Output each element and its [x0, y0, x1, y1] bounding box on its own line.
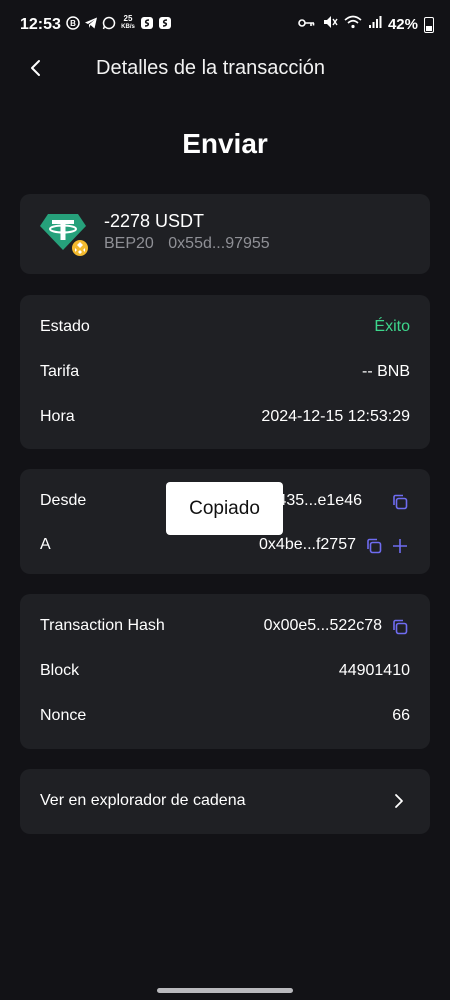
speed-unit: KB/s	[121, 24, 135, 30]
status-bar: 12:53 B 25 KB/s 42%	[0, 0, 450, 52]
token-contract: 0x55d...97955	[168, 235, 270, 252]
app-s-icon	[140, 16, 154, 30]
key-icon	[298, 16, 316, 34]
copy-icon	[393, 619, 408, 635]
nonce-value: 66	[392, 707, 410, 724]
status-row: Estado Éxito	[40, 318, 410, 342]
whatsapp-icon	[102, 16, 116, 30]
top-app-bar: Detalles de la transacción	[0, 52, 450, 86]
plus-icon	[393, 539, 407, 553]
telegram-icon	[84, 16, 98, 30]
signal-icon	[368, 15, 382, 34]
tether-icon	[40, 212, 90, 258]
copy-from-button[interactable]	[390, 492, 410, 512]
token-network: BEP20	[104, 235, 154, 252]
status-label: Estado	[40, 318, 90, 335]
fee-label: Tarifa	[40, 363, 80, 380]
copy-hash-button[interactable]	[390, 617, 410, 637]
view-explorer-button[interactable]: Ver en explorador de cadena	[20, 769, 430, 834]
status-value: Éxito	[374, 318, 410, 335]
add-contact-button[interactable]	[390, 536, 410, 556]
mute-icon	[322, 14, 338, 35]
to-row: A 0x4be...f2757	[40, 536, 410, 560]
fee-value: -- BNB	[362, 363, 410, 380]
copy-icon	[393, 494, 408, 510]
back-button[interactable]	[24, 56, 48, 80]
hash-row: Transaction Hash 0x00e5...522c78	[40, 617, 410, 641]
chevron-left-icon	[31, 60, 40, 76]
status-time: 12:53	[20, 16, 61, 33]
explorer-label: Ver en explorador de cadena	[40, 792, 246, 809]
home-indicator[interactable]	[157, 988, 293, 993]
chevron-right-icon	[392, 791, 406, 811]
to-label: A	[40, 536, 51, 553]
token-amount: -2278 USDT	[104, 211, 205, 231]
time-label: Hora	[40, 408, 75, 425]
notification-icons: B 25 KB/s	[66, 14, 172, 31]
token-network-info: BEP20 0x55d...97955	[104, 235, 280, 253]
nonce-label: Nonce	[40, 707, 87, 724]
page-header-title: Detalles de la transacción	[96, 57, 326, 79]
to-address: 0x4be...f2757	[259, 536, 356, 553]
system-icons: 42%	[298, 14, 434, 35]
battery-icon	[424, 16, 434, 33]
chain-info-card: Transaction Hash 0x00e5...522c78 Block 4…	[20, 594, 430, 749]
hash-value: 0x00e5...522c78	[263, 617, 382, 634]
copy-to-button[interactable]	[364, 536, 384, 556]
block-row: Block 44901410	[40, 662, 410, 686]
b-app-icon: B	[66, 16, 80, 30]
block-value: 44901410	[338, 662, 410, 679]
app-s-icon-2	[158, 16, 172, 30]
network-speed-indicator: 25 KB/s	[120, 14, 136, 31]
wifi-icon	[344, 14, 362, 35]
copied-toast: Copiado	[166, 482, 283, 535]
time-row: Hora 2024-12-15 12:53:29	[40, 408, 410, 432]
hash-label: Transaction Hash	[40, 617, 165, 634]
block-label: Block	[40, 662, 80, 679]
speed-value: 25	[123, 14, 133, 23]
from-label: Desde	[40, 492, 87, 509]
svg-text:B: B	[70, 19, 76, 28]
status-card: Estado Éxito Tarifa -- BNB Hora 2024-12-…	[20, 295, 430, 449]
copy-icon	[367, 538, 382, 554]
battery-percentage: 42%	[387, 16, 418, 33]
fee-row: Tarifa -- BNB	[40, 363, 410, 387]
transaction-type-title: Enviar	[182, 128, 268, 159]
time-value: 2024-12-15 12:53:29	[261, 408, 410, 425]
nonce-row: Nonce 66	[40, 707, 410, 731]
token-card: -2278 USDT BEP20 0x55d...97955	[20, 194, 430, 274]
